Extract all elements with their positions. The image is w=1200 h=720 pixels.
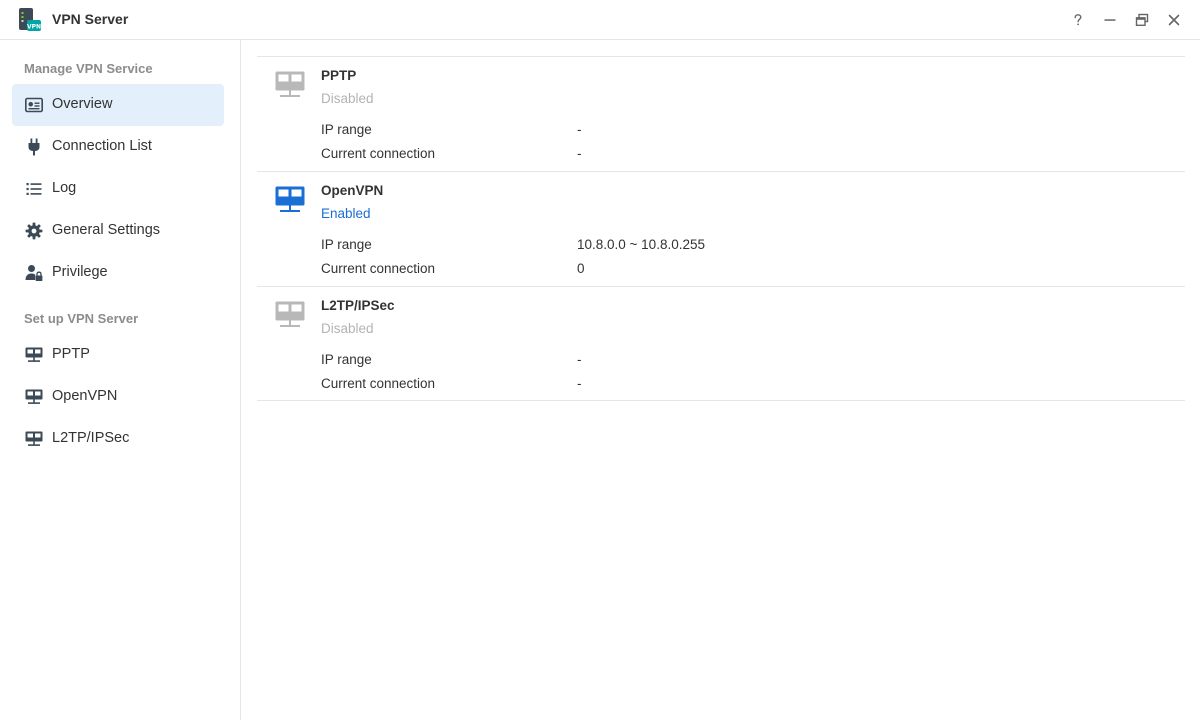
ip-range-value: - [577,352,582,367]
service-name: OpenVPN [321,183,384,198]
current-connection-label: Current connection [321,261,436,276]
restore-icon [1135,13,1149,27]
ip-range-label: IP range [321,237,372,252]
service-status: Enabled [321,206,371,221]
title-bar: VPN VPN Server [0,0,1200,40]
sidebar-item-pptp[interactable]: PPTP [12,334,224,376]
openvpn-server-icon [275,186,305,212]
service-name: PPTP [321,68,357,83]
plug-icon [25,138,43,156]
sidebar-item-log[interactable]: Log [12,168,224,210]
help-button[interactable] [1066,8,1090,32]
sidebar-item-label: L2TP/IPSec [52,430,130,446]
section-title-manage-vpn-service: Manage VPN Service [24,61,153,76]
restore-button[interactable] [1130,8,1154,32]
sidebar-item-label: Privilege [52,264,108,280]
ip-range-value: 10.8.0.0 ~ 10.8.0.255 [577,237,705,252]
sidebar-item-label: PPTP [52,346,90,362]
svg-text:VPN: VPN [27,24,41,31]
ip-range-label: IP range [321,122,372,137]
ip-range-value: - [577,122,582,137]
help-icon [1074,14,1082,26]
service-card-l2tp-ipsec: L2TP/IPSec Disabled IP range - Current c… [257,286,1185,401]
l2tp-ipsec-server-icon [275,301,305,327]
section-title-set-up-vpn-server: Set up VPN Server [24,311,139,326]
service-card-pptp: PPTP Disabled IP range - Current connect… [257,56,1185,171]
current-connection-label: Current connection [321,146,436,161]
sidebar-item-openvpn[interactable]: OpenVPN [12,376,224,418]
network-icon [25,430,43,448]
current-connection-value: - [577,146,582,161]
service-status: Disabled [321,321,374,336]
sidebar-item-label: Log [52,180,77,196]
minimize-icon [1104,19,1116,21]
service-status: Disabled [321,91,374,106]
user-lock-icon [25,264,43,282]
window-controls [1066,8,1186,32]
network-icon [25,388,43,406]
gear-icon [25,222,43,240]
sidebar-item-l2tp-ipsec[interactable]: L2TP/IPSec [12,418,224,460]
sidebar: Manage VPN Service Overview Connection L… [0,40,241,720]
sidebar-item-privilege[interactable]: Privilege [12,252,224,294]
service-name: L2TP/IPSec [321,298,395,313]
sidebar-item-label: Overview [52,96,113,112]
current-connection-label: Current connection [321,376,436,391]
pptp-server-icon [275,71,305,97]
current-connection-value: 0 [577,261,585,276]
window-title: VPN Server [52,11,129,27]
ip-range-label: IP range [321,352,372,367]
sidebar-item-overview[interactable]: Overview [12,84,224,126]
main-content: PPTP Disabled IP range - Current connect… [241,40,1200,720]
close-icon [1168,14,1180,26]
sidebar-item-label: Connection List [52,138,152,154]
sidebar-item-connection-list[interactable]: Connection List [12,126,224,168]
list-icon [25,180,43,198]
sidebar-item-label: OpenVPN [52,388,118,404]
minimize-button[interactable] [1098,8,1122,32]
current-connection-value: - [577,376,582,391]
vpn-server-app-icon: VPN [19,8,41,31]
sidebar-item-general-settings[interactable]: General Settings [12,210,224,252]
vpn-server-window: VPN VPN Server Manage VPN Service Overvi… [0,0,1200,720]
service-card-openvpn: OpenVPN Enabled IP range 10.8.0.0 ~ 10.8… [257,171,1185,286]
sidebar-item-label: General Settings [52,222,161,238]
overview-icon [25,96,43,114]
close-button[interactable] [1162,8,1186,32]
network-icon [25,346,43,364]
